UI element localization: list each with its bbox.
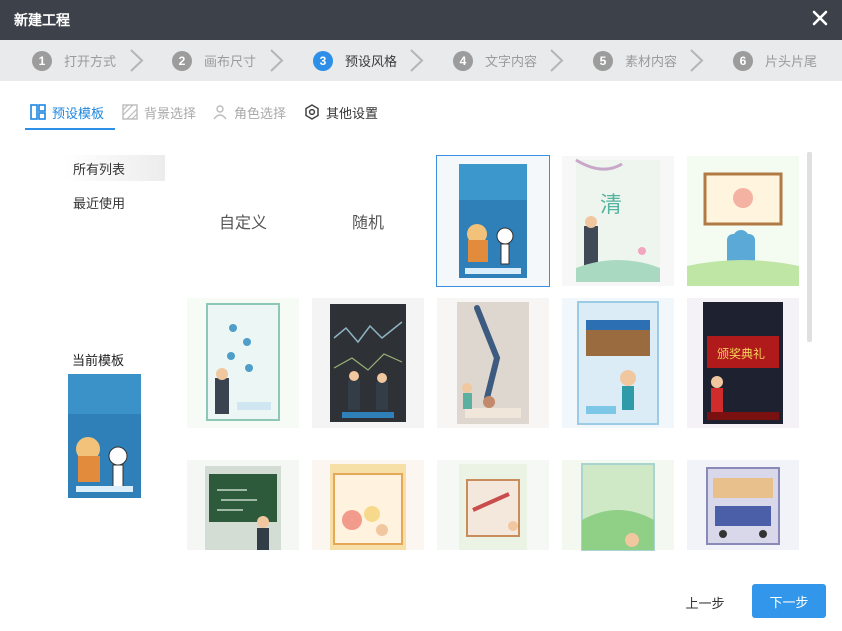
tile-custom[interactable]: 自定义 xyxy=(187,156,299,286)
step-label: 文字内容 xyxy=(485,54,538,69)
step-1: 1 打开方式 xyxy=(32,40,116,81)
template-caption: 清 xyxy=(600,192,622,217)
chevron-right-icon xyxy=(270,49,284,72)
step-number: 6 xyxy=(733,50,753,71)
template-tile[interactable] xyxy=(436,155,550,287)
template-icon xyxy=(30,104,46,120)
chevron-right-icon xyxy=(130,49,144,72)
step-2: 2 画布尺寸 xyxy=(172,40,256,81)
tile-random-label: 随机 xyxy=(351,215,384,232)
tab-label: 背景选择 xyxy=(144,105,197,121)
chevron-right-icon xyxy=(410,49,424,72)
template-tile[interactable] xyxy=(562,298,674,428)
list-recent[interactable]: 最近使用 xyxy=(73,193,125,212)
step-label: 素材内容 xyxy=(625,54,678,69)
template-tile[interactable] xyxy=(312,440,424,570)
tab-label: 其他设置 xyxy=(326,105,379,121)
template-tile[interactable] xyxy=(562,440,674,570)
step-indicator: 1 打开方式 2 画布尺寸 3 预设风格 4 文字内容 5 素材内容 6 片头片… xyxy=(0,40,842,81)
window-title: 新建工程 xyxy=(14,12,70,28)
next-button[interactable]: 下一步 xyxy=(752,584,826,618)
close-icon[interactable] xyxy=(810,8,830,28)
tab-background[interactable]: 背景选择 xyxy=(122,96,196,128)
person-icon xyxy=(213,105,227,120)
gear-icon xyxy=(305,104,319,120)
step-number: 5 xyxy=(593,50,613,71)
template-tile[interactable]: 清 xyxy=(562,156,674,286)
tab-label: 角色选择 xyxy=(234,105,287,121)
step-3: 3 预设风格 xyxy=(313,40,397,81)
template-tile[interactable] xyxy=(312,298,424,428)
step-label: 预设风格 xyxy=(345,54,398,69)
grid-scrollbar[interactable] xyxy=(807,152,812,342)
step-label: 打开方式 xyxy=(64,54,117,69)
template-tile[interactable]: 颁奖典礼 xyxy=(687,298,799,428)
tab-other-settings[interactable]: 其他设置 xyxy=(304,96,378,128)
tab-character[interactable]: 角色选择 xyxy=(212,96,286,128)
step-label: 画布尺寸 xyxy=(204,54,257,69)
tile-custom-label: 自定义 xyxy=(218,215,267,232)
list-all[interactable]: 所有列表 xyxy=(73,159,125,178)
template-tile[interactable] xyxy=(687,440,799,570)
step-number: 2 xyxy=(172,50,192,71)
step-5: 5 素材内容 xyxy=(593,40,677,81)
tab-preset-template[interactable]: 预设模板 xyxy=(30,96,104,128)
step-number: 3 xyxy=(313,50,333,71)
template-caption: 颁奖典礼 xyxy=(717,346,765,361)
chevron-right-icon xyxy=(690,49,704,72)
step-number: 1 xyxy=(32,50,52,71)
title-bar: 新建工程 xyxy=(0,0,842,40)
template-tile[interactable] xyxy=(437,298,549,428)
step-4: 4 文字内容 xyxy=(453,40,537,81)
tab-bar: 预设模板 背景选择 角色选择 其他设置 xyxy=(0,96,842,130)
step-6: 6 片头片尾 xyxy=(733,40,817,81)
template-tile[interactable] xyxy=(687,156,799,286)
step-number: 4 xyxy=(453,50,473,71)
tab-label: 预设模板 xyxy=(52,105,105,121)
tile-random[interactable]: 随机 xyxy=(312,156,424,286)
current-template-label: 当前模板 xyxy=(72,353,125,368)
prev-button[interactable]: 上一步 xyxy=(675,585,735,619)
background-icon xyxy=(122,104,138,120)
template-tile[interactable] xyxy=(187,298,299,428)
template-tile[interactable] xyxy=(437,440,549,570)
step-label: 片头片尾 xyxy=(765,54,818,69)
active-tab-indicator xyxy=(25,128,115,130)
current-template-thumbnail xyxy=(68,374,141,498)
chevron-right-icon xyxy=(550,49,564,72)
template-tile[interactable] xyxy=(187,440,299,570)
